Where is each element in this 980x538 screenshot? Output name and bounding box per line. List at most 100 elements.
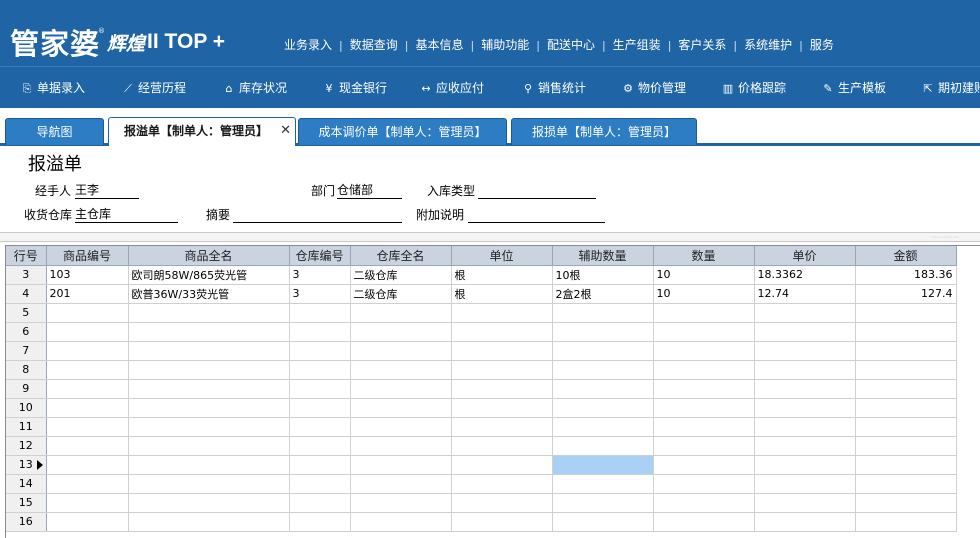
grid-cell[interactable]	[451, 341, 553, 361]
grid-cell[interactable]	[289, 455, 351, 475]
grid-cell[interactable]	[552, 322, 654, 342]
top-menu-item[interactable]: 客户关系	[671, 36, 733, 53]
grid-cell[interactable]	[855, 455, 957, 475]
grid-cell[interactable]	[552, 360, 654, 380]
grid-cell[interactable]	[350, 436, 452, 456]
grid-cell[interactable]: 10	[653, 265, 755, 285]
column-header[interactable]: 仓库编号	[289, 246, 351, 266]
grid-cell[interactable]	[855, 398, 957, 418]
grid-cell[interactable]	[552, 436, 654, 456]
toolbar-button[interactable]: ✎ 生产模板	[821, 79, 886, 97]
grid-cell[interactable]	[350, 455, 452, 475]
grid-cell[interactable]	[289, 379, 351, 399]
toolbar-button[interactable]: ⌂ 库存状况	[222, 79, 288, 97]
grid-cell[interactable]	[46, 436, 129, 456]
tab-navigation[interactable]: 导航图	[5, 118, 104, 145]
grid-cell[interactable]	[451, 322, 553, 342]
grid-cell[interactable]	[754, 398, 856, 418]
grid-cell[interactable]	[653, 455, 755, 475]
grid-cell[interactable]	[552, 341, 654, 361]
grid-cell[interactable]: 3	[289, 284, 351, 304]
grid-cell[interactable]	[855, 493, 957, 513]
grid-cell[interactable]	[653, 474, 755, 494]
grid-cell[interactable]	[46, 398, 129, 418]
handler-field[interactable]: 王李	[75, 183, 139, 199]
department-field[interactable]: 仓储部	[337, 183, 402, 199]
grid-cell[interactable]	[289, 436, 351, 456]
table-row[interactable]: 8	[6, 360, 957, 380]
grid-cell[interactable]	[754, 341, 856, 361]
grid-cell[interactable]: 3	[289, 265, 351, 285]
column-header[interactable]: 单价	[754, 246, 856, 266]
table-row[interactable]: 4 201 欧普36W/33荧光管 3 二级仓库根 2盒2根 10 12.74 127.4	[6, 284, 957, 304]
grid-cell[interactable]	[289, 417, 351, 437]
grid-cell[interactable]	[128, 474, 290, 494]
grid-cell[interactable]	[289, 303, 351, 323]
grid-cell[interactable]	[451, 398, 553, 418]
table-row[interactable]: 10	[6, 398, 957, 418]
grid-cell[interactable]: 2盒2根	[552, 284, 654, 304]
grid-cell[interactable]	[653, 379, 755, 399]
column-header[interactable]: 仓库全名	[350, 246, 452, 266]
column-header[interactable]: 商品编号	[46, 246, 129, 266]
toolbar-button[interactable]: ▥ 价格跟踪	[721, 79, 786, 97]
grid-cell[interactable]	[552, 398, 654, 418]
column-header[interactable]: 行号	[6, 246, 47, 266]
grid-cell[interactable]	[451, 303, 553, 323]
top-menu-item[interactable]: 数据查询	[343, 36, 405, 53]
grid-cell[interactable]: 10根	[552, 265, 654, 285]
grid-cell[interactable]	[754, 512, 856, 532]
grid-cell[interactable]: 183.36	[855, 265, 957, 285]
grid-cell[interactable]	[46, 303, 129, 323]
grid-cell[interactable]	[128, 493, 290, 513]
grid-cell[interactable]	[128, 341, 290, 361]
table-row[interactable]: 13	[6, 455, 957, 475]
tab-loss-bill[interactable]: 报损单【制单人：管理员】	[511, 118, 697, 145]
grid-cell[interactable]	[451, 493, 553, 513]
table-row[interactable]: 6	[6, 322, 957, 342]
grid-cell[interactable]	[289, 360, 351, 380]
toolbar-button[interactable]: ⚲ 销售统计	[521, 79, 586, 97]
grid-cell[interactable]: 根	[451, 284, 553, 304]
top-menu-item[interactable]: 生产组装	[606, 36, 668, 53]
grid-cell[interactable]	[46, 379, 129, 399]
grid-cell[interactable]: 18.3362	[754, 265, 856, 285]
grid-cell[interactable]	[552, 474, 654, 494]
grid-cell[interactable]	[46, 512, 129, 532]
grid-cell[interactable]	[754, 379, 856, 399]
toolbar-button[interactable]: ⇱ 期初建账	[921, 79, 980, 97]
table-row[interactable]: 7	[6, 341, 957, 361]
note-field[interactable]	[468, 207, 605, 223]
grid-cell[interactable]	[46, 322, 129, 342]
top-menu-item[interactable]: 配送中心	[540, 36, 602, 53]
grid-cell[interactable]: 欧司朗58W/865荧光管	[128, 265, 290, 285]
grid-cell[interactable]	[855, 379, 957, 399]
summary-field[interactable]	[233, 207, 402, 223]
table-row[interactable]: 15	[6, 493, 957, 513]
grid-cell[interactable]	[754, 493, 856, 513]
table-row[interactable]: 9	[6, 379, 957, 399]
grid-cell[interactable]	[350, 360, 452, 380]
grid-cell[interactable]	[552, 417, 654, 437]
grid-cell[interactable]	[350, 398, 452, 418]
top-menu-item[interactable]: 系统维护	[737, 36, 799, 53]
grid-cell[interactable]	[46, 493, 129, 513]
grid-cell[interactable]	[128, 398, 290, 418]
grid-cell[interactable]: 10	[653, 284, 755, 304]
grid-cell[interactable]	[46, 341, 129, 361]
grid-cell[interactable]: 二级仓库	[350, 284, 452, 304]
grid-cell[interactable]: 欧普36W/33荧光管	[128, 284, 290, 304]
grid-cell[interactable]: 103	[46, 265, 129, 285]
close-icon[interactable]: ✕	[280, 118, 291, 144]
table-row[interactable]: 11	[6, 417, 957, 437]
column-header[interactable]: 单位	[451, 246, 553, 266]
grid-cell[interactable]	[552, 455, 654, 475]
grid-cell[interactable]	[289, 493, 351, 513]
grid-cell[interactable]	[653, 322, 755, 342]
grid-cell[interactable]: 127.4	[855, 284, 957, 304]
grid-cell[interactable]	[653, 512, 755, 532]
grid-cell[interactable]	[289, 341, 351, 361]
grid-cell[interactable]	[128, 379, 290, 399]
grid-cell[interactable]	[451, 474, 553, 494]
splitter[interactable]: ⋯⋯⋯⋯	[0, 232, 980, 242]
